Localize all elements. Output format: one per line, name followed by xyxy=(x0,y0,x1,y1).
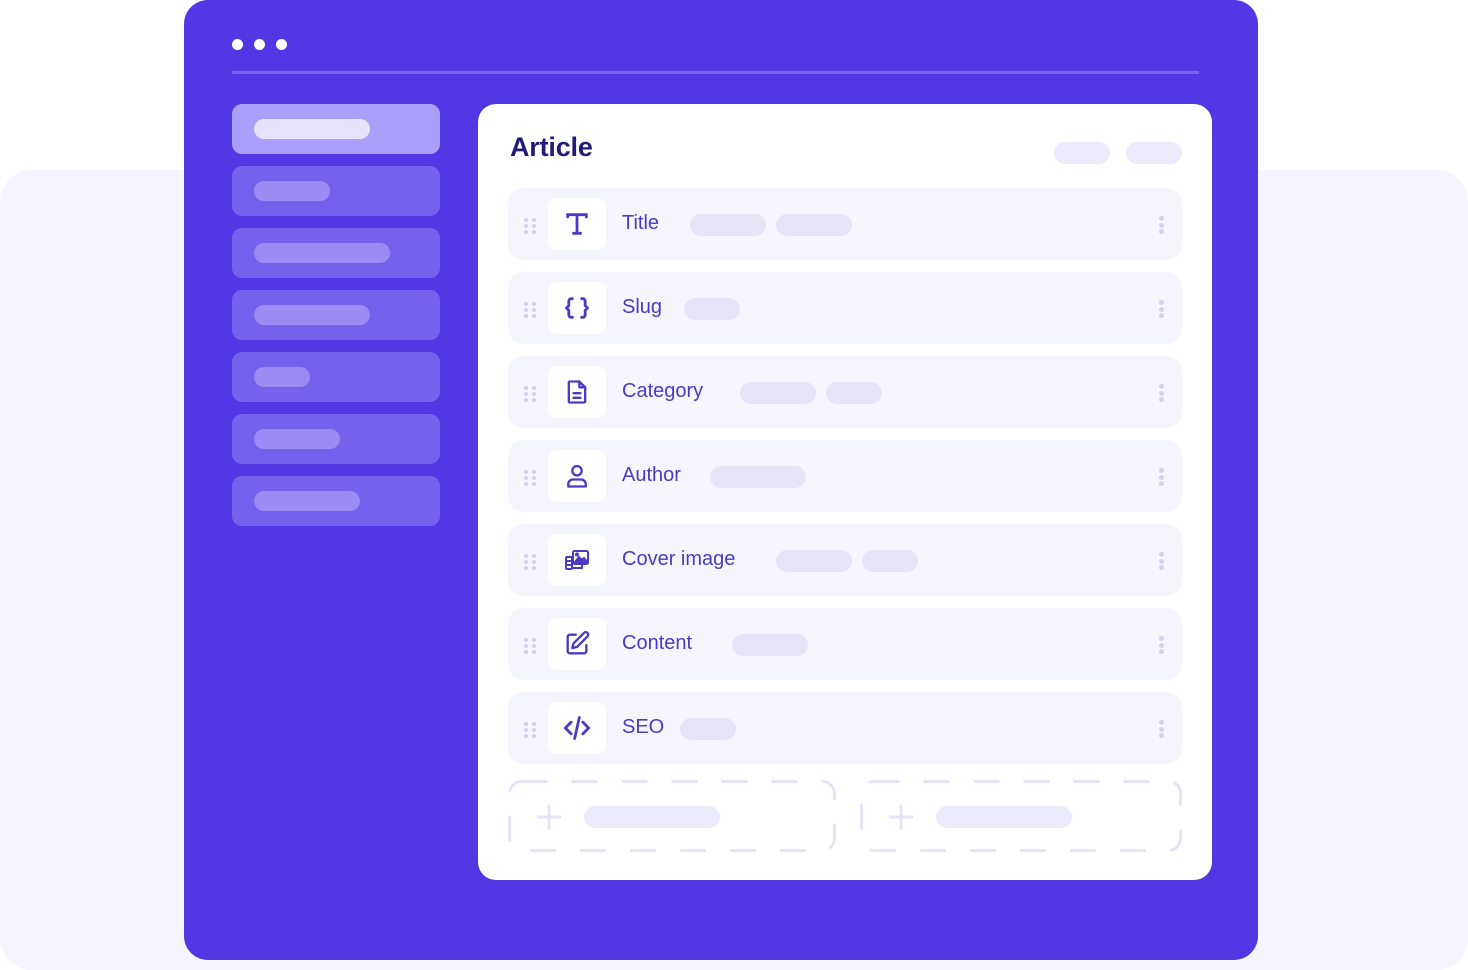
field-label: Category xyxy=(622,380,704,402)
drag-handle-icon[interactable] xyxy=(524,638,536,654)
field-icon-box xyxy=(548,450,606,502)
field-list: Title Slug Category Author Cover image C… xyxy=(508,188,1182,776)
sidebar-item-placeholder xyxy=(254,243,390,263)
field-icon-box xyxy=(548,366,606,418)
sidebar-item-7[interactable] xyxy=(232,476,440,526)
field-icon-box xyxy=(548,534,606,586)
sidebar-item-3[interactable] xyxy=(232,228,440,278)
field-row-content[interactable]: Content xyxy=(508,608,1182,680)
more-options-icon[interactable] xyxy=(1159,552,1164,570)
field-label: Author xyxy=(622,464,681,486)
sidebar-item-1[interactable] xyxy=(232,104,440,154)
field-tag xyxy=(710,466,806,488)
panel-title: Article xyxy=(510,132,593,162)
field-tag xyxy=(684,298,740,320)
more-options-icon[interactable] xyxy=(1159,216,1164,234)
field-tag xyxy=(680,718,736,740)
more-options-icon[interactable] xyxy=(1159,300,1164,318)
field-tags xyxy=(732,634,808,656)
field-tags xyxy=(776,550,918,572)
field-tags xyxy=(740,382,882,404)
header-action-1[interactable] xyxy=(1054,142,1110,164)
user-icon xyxy=(567,464,587,488)
field-tags xyxy=(710,466,806,488)
window-controls xyxy=(232,39,287,50)
sidebar-item-placeholder xyxy=(254,181,330,201)
sidebar-item-4[interactable] xyxy=(232,290,440,340)
sidebar-item-2[interactable] xyxy=(232,166,440,216)
drag-handle-icon[interactable] xyxy=(524,554,536,570)
drag-handle-icon[interactable] xyxy=(524,302,536,318)
sidebar-item-placeholder xyxy=(254,429,340,449)
field-icon-box xyxy=(548,198,606,250)
add-field-button[interactable] xyxy=(508,780,836,852)
field-row-author[interactable]: Author xyxy=(508,440,1182,512)
add-component-label-placeholder xyxy=(936,806,1072,828)
more-options-icon[interactable] xyxy=(1159,636,1164,654)
app-window: Article Title Slug Category Author Cover… xyxy=(184,0,1258,960)
plus-icon xyxy=(536,804,562,830)
text-type-icon xyxy=(566,213,588,235)
add-field-label-placeholder xyxy=(584,806,720,828)
field-label: SEO xyxy=(622,716,665,738)
sidebar-item-6[interactable] xyxy=(232,414,440,464)
field-icon-box xyxy=(548,282,606,334)
field-label: Slug xyxy=(622,296,663,318)
drag-handle-icon[interactable] xyxy=(524,722,536,738)
field-row-seo[interactable]: SEO xyxy=(508,692,1182,764)
field-label: Title xyxy=(622,212,660,234)
drag-handle-icon[interactable] xyxy=(524,218,536,234)
sidebar-item-placeholder xyxy=(254,367,310,387)
field-row-cover-image[interactable]: Cover image xyxy=(508,524,1182,596)
sidebar xyxy=(232,104,440,538)
field-icon-box xyxy=(548,702,606,754)
field-row-title[interactable]: Title xyxy=(508,188,1182,260)
curly-braces-icon xyxy=(565,297,589,319)
drag-handle-icon[interactable] xyxy=(524,386,536,402)
field-tag xyxy=(862,550,918,572)
field-label: Cover image xyxy=(622,548,736,570)
field-tags xyxy=(680,718,736,740)
field-tags xyxy=(690,214,852,236)
sidebar-item-placeholder xyxy=(254,491,360,511)
window-dot-2[interactable] xyxy=(254,39,265,50)
field-row-category[interactable]: Category xyxy=(508,356,1182,428)
header-action-2[interactable] xyxy=(1126,142,1182,164)
sidebar-item-placeholder xyxy=(254,119,370,139)
code-icon xyxy=(563,716,591,740)
window-dot-1[interactable] xyxy=(232,39,243,50)
field-tags xyxy=(684,298,740,320)
field-tag xyxy=(740,382,816,404)
header-divider xyxy=(232,71,1199,74)
field-tag xyxy=(776,214,852,236)
media-image-icon xyxy=(565,550,589,570)
window-dot-3[interactable] xyxy=(276,39,287,50)
content-type-panel: Article Title Slug Category Author Cover… xyxy=(478,104,1212,880)
more-options-icon[interactable] xyxy=(1159,468,1164,486)
sidebar-item-placeholder xyxy=(254,305,370,325)
add-component-button[interactable] xyxy=(860,780,1186,852)
field-tag xyxy=(690,214,766,236)
more-options-icon[interactable] xyxy=(1159,720,1164,738)
field-tag xyxy=(732,634,808,656)
plus-icon xyxy=(888,804,914,830)
field-tag xyxy=(776,550,852,572)
add-field-row xyxy=(508,780,1182,852)
drag-handle-icon[interactable] xyxy=(524,470,536,486)
field-tag xyxy=(826,382,882,404)
field-icon-box xyxy=(548,618,606,670)
sidebar-item-5[interactable] xyxy=(232,352,440,402)
field-row-slug[interactable]: Slug xyxy=(508,272,1182,344)
field-label: Content xyxy=(622,632,693,654)
edit-pencil-icon xyxy=(566,631,590,655)
more-options-icon[interactable] xyxy=(1159,384,1164,402)
document-icon xyxy=(567,380,587,404)
